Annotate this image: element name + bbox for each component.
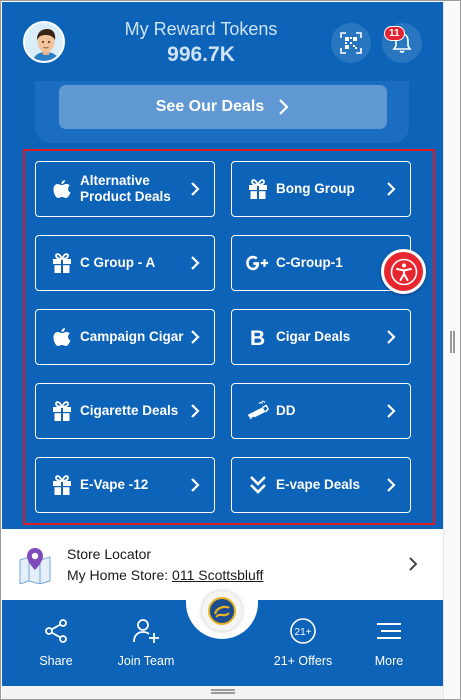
- chevron-right-icon: [382, 181, 400, 197]
- notification-count-badge: 11: [384, 26, 405, 41]
- nav-join-team-label: Join Team: [117, 654, 175, 668]
- deal-card[interactable]: B Cigar Deals: [231, 309, 411, 365]
- deal-card[interactable]: E-vape Deals: [231, 457, 411, 513]
- nav-share-label: Share: [39, 654, 73, 668]
- nav-join-team[interactable]: Join Team: [106, 600, 186, 686]
- nav-21-offers[interactable]: 21+ 21+ Offers: [264, 600, 342, 686]
- map-pin-icon: [18, 546, 52, 585]
- svg-text:B: B: [250, 327, 265, 347]
- store-locator-row[interactable]: Store Locator My Home Store: 011 Scottsb…: [2, 532, 443, 598]
- age-21-icon: 21+: [289, 614, 317, 648]
- menu-icon: [376, 614, 402, 648]
- deal-card[interactable]: Campaign Cigar: [35, 309, 215, 365]
- avatar[interactable]: [23, 21, 65, 63]
- apple-icon: [50, 325, 74, 349]
- chevron-right-icon: [382, 329, 400, 345]
- gift-icon: [50, 399, 74, 423]
- deal-card-label: Campaign Cigar: [80, 329, 184, 344]
- share-icon: [43, 614, 69, 648]
- deal-card-label: DD: [276, 403, 296, 418]
- deal-card-label: C-Group-1: [276, 255, 343, 270]
- chevron-right-icon: [382, 403, 400, 419]
- chevron-right-icon: [186, 181, 204, 197]
- deal-card-label: E-vape Deals: [276, 477, 361, 492]
- home-store-link[interactable]: 011 Scottsbluff: [172, 567, 263, 583]
- double-chevron-down-icon: [246, 473, 270, 497]
- vape-pen-icon: [246, 399, 270, 423]
- chevron-right-icon: [186, 329, 204, 345]
- see-our-deals-label: See Our Deals: [155, 98, 265, 115]
- deal-card[interactable]: Bong Group: [231, 161, 411, 217]
- deal-card-label: Alternative Product Deals: [80, 173, 171, 204]
- nav-more-label: More: [374, 654, 404, 668]
- deal-card[interactable]: C Group - A: [35, 235, 215, 291]
- deal-card-label: Cigarette Deals: [80, 403, 179, 418]
- apple-icon: [50, 177, 74, 201]
- add-user-icon: [132, 614, 160, 648]
- letter-b-icon: B: [246, 325, 270, 349]
- chevron-right-icon: [186, 255, 204, 271]
- nav-21-offers-label: 21+ Offers: [273, 654, 333, 668]
- nav-more[interactable]: More: [354, 600, 424, 686]
- chevron-right-icon: [186, 477, 204, 493]
- nav-share[interactable]: Share: [20, 600, 92, 686]
- notifications-button[interactable]: 11: [382, 23, 422, 63]
- deal-card[interactable]: Cigarette Deals: [35, 383, 215, 439]
- chevron-right-icon: [278, 98, 290, 116]
- home-store-label: My Home Store:: [67, 567, 169, 583]
- qr-code-icon: [340, 32, 362, 54]
- gift-icon: [50, 251, 74, 275]
- home-logo-button[interactable]: [202, 591, 242, 631]
- deal-card[interactable]: Alternative Product Deals: [35, 161, 215, 217]
- chevron-right-icon: [408, 556, 418, 577]
- google-plus-icon: [246, 251, 270, 275]
- chevron-right-icon: [382, 477, 400, 493]
- deal-card[interactable]: E-Vape -12: [35, 457, 215, 513]
- deal-card[interactable]: DD: [231, 383, 411, 439]
- deal-card-label: Cigar Deals: [276, 329, 351, 344]
- reward-tokens-value: 996.7K: [167, 43, 235, 66]
- reward-tokens-title: My Reward Tokens: [124, 19, 278, 39]
- resize-grip[interactable]: [211, 689, 235, 694]
- deal-card-label: Bong Group: [276, 181, 355, 196]
- home-store-line: My Home Store: 011 Scottsbluff: [67, 567, 263, 583]
- chevron-right-icon: [186, 403, 204, 419]
- accessibility-button[interactable]: [381, 249, 426, 294]
- store-locator-title: Store Locator: [67, 546, 152, 562]
- brand-logo-icon: [208, 597, 236, 625]
- gift-icon: [50, 473, 74, 497]
- svg-text:21+: 21+: [295, 627, 312, 638]
- side-scroll-grip[interactable]: [450, 331, 455, 353]
- deal-card-label: C Group - A: [80, 255, 156, 270]
- qr-code-button[interactable]: [331, 23, 371, 63]
- see-our-deals-button[interactable]: See Our Deals: [59, 85, 387, 129]
- gift-icon: [246, 177, 270, 201]
- app-window: My Reward Tokens 996.7K 11 See Our Deals: [0, 0, 461, 700]
- accessibility-icon: [390, 258, 417, 285]
- deal-card-label: E-Vape -12: [80, 477, 149, 492]
